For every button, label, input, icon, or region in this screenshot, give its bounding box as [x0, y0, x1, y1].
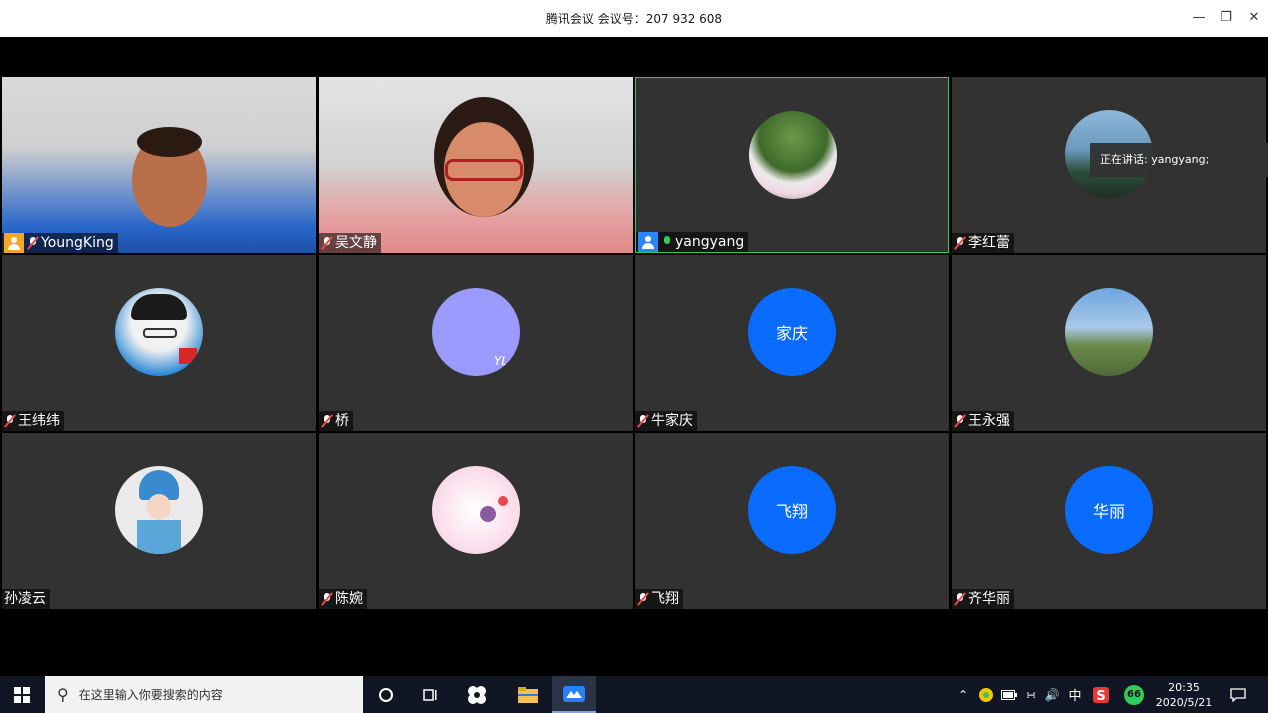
participant-name: 王纬纬 — [18, 413, 60, 429]
avatar-cartoon-panda-hat — [115, 288, 203, 376]
avatar-cartoon-bunny — [432, 466, 520, 554]
video-tile-youngking[interactable]: YoungKing — [2, 77, 316, 253]
pinwheel-app-icon[interactable] — [460, 676, 494, 713]
mic-muted-icon — [321, 414, 333, 428]
mic-muted-icon — [321, 592, 333, 606]
participant-hair — [137, 127, 202, 157]
tencent-meeting-taskbar-icon[interactable] — [552, 676, 596, 713]
name-tag: YoungKing — [2, 233, 118, 253]
video-tile-wangweiwei[interactable]: 王纬纬 — [2, 255, 316, 431]
network-icon[interactable]: ∺ — [1022, 676, 1040, 713]
title-bar: 腾讯会议 会议号：207 932 608 — ❐ ✕ — [0, 0, 1268, 37]
mic-muted-icon — [954, 236, 966, 250]
video-tile-niujiaqing[interactable]: 家庆 牛家庆 — [635, 255, 949, 431]
video-tile-chenwan[interactable]: 陈婉 — [319, 433, 633, 609]
participant-name: 李红蕾 — [968, 235, 1010, 251]
speaking-banner: 正在讲话: yangyang; — [1090, 143, 1268, 177]
strawberry-icon — [498, 496, 508, 506]
host-icon — [4, 233, 24, 253]
notification-badge[interactable]: 66 — [1122, 676, 1146, 713]
participant-name: 孙凌云 — [4, 591, 46, 607]
mic-muted-icon — [954, 414, 966, 428]
video-tile-feixiang[interactable]: 飞翔 飞翔 — [635, 433, 949, 609]
participant-name: 飞翔 — [651, 591, 679, 607]
minimize-icon[interactable]: — — [1185, 6, 1213, 30]
video-tile-wangyongqiang[interactable]: 王永强 — [952, 255, 1266, 431]
close-icon[interactable]: ✕ — [1240, 6, 1268, 30]
mic-muted-icon — [637, 592, 649, 606]
taskbar-search-box[interactable]: ⚲ 在这里输入你要搜索的内容 — [45, 676, 363, 713]
video-tile-wuwenjing[interactable]: 吴文静 — [319, 77, 633, 253]
tray-app-icon[interactable] — [976, 676, 996, 713]
input-method-indicator[interactable]: 中 — [1066, 676, 1084, 713]
mic-muted-icon — [4, 414, 16, 428]
avatar-photo-flowers — [749, 111, 837, 199]
panda-hat — [131, 294, 187, 320]
restore-icon[interactable]: ❐ — [1212, 6, 1240, 30]
avatar-opera-character — [115, 466, 203, 554]
window-title: 腾讯会议 会议号：207 932 608 — [545, 12, 723, 26]
task-view-icon[interactable] — [414, 676, 446, 713]
video-tile-sunlingyun[interactable]: 孙凌云 — [2, 433, 316, 609]
participant-name: 齐华丽 — [968, 591, 1010, 607]
video-tile-qihuali[interactable]: 华丽 齐华丽 — [952, 433, 1266, 609]
participant-name: 王永强 — [968, 413, 1010, 429]
name-tag: 陈婉 — [319, 589, 367, 609]
name-tag: 李红蕾 — [952, 233, 1014, 253]
svg-text:S: S — [1096, 689, 1105, 703]
video-tile-yangyang[interactable]: yangyang — [635, 77, 949, 253]
avatar-text: 家庆 — [748, 288, 836, 376]
participant-name: 陈婉 — [335, 591, 363, 607]
avatar-photo-sky-field — [1065, 288, 1153, 376]
participant-name: 桥 — [335, 413, 349, 429]
battery-icon[interactable] — [1000, 676, 1018, 713]
avatar-text: 飞翔 — [748, 466, 836, 554]
mic-muted-icon — [321, 236, 333, 250]
avatar-text: 华丽 — [1065, 466, 1153, 554]
mic-muted-icon — [27, 236, 39, 250]
name-tag: 王永强 — [952, 411, 1014, 431]
cartoon-glasses — [143, 328, 177, 338]
avatar-initials: YL — [493, 354, 508, 368]
name-tag: 王纬纬 — [2, 411, 64, 431]
tray-expand-icon[interactable]: ⌃ — [955, 676, 971, 713]
video-tile-qiao[interactable]: YL 桥 — [319, 255, 633, 431]
clock-time: 20:35 — [1168, 680, 1200, 694]
opera-costume — [137, 520, 181, 554]
name-tag: 齐华丽 — [952, 589, 1014, 609]
flag-icon — [179, 348, 197, 364]
participant-name: 牛家庆 — [651, 413, 693, 429]
mic-muted-icon — [637, 414, 649, 428]
host-icon — [638, 232, 658, 252]
volume-icon[interactable]: 🔊 — [1042, 676, 1062, 713]
clock[interactable]: 20:35 2020/5/21 — [1152, 676, 1216, 713]
clock-date: 2020/5/21 — [1155, 695, 1213, 709]
cortana-icon[interactable] — [370, 676, 402, 713]
participant-name: 吴文静 — [335, 235, 377, 251]
mic-muted-icon — [954, 592, 966, 606]
name-tag: 吴文静 — [319, 233, 381, 253]
mic-on-icon — [661, 235, 673, 249]
search-icon: ⚲ — [57, 685, 69, 704]
file-explorer-icon[interactable] — [510, 676, 546, 713]
glasses — [445, 159, 523, 181]
windows-start-icon[interactable] — [0, 676, 44, 713]
badge-count: 66 — [1124, 684, 1144, 705]
name-tag: 孙凌云 — [2, 589, 50, 609]
video-grid: YoungKing 吴文静 yangyang 李红蕾 正在讲话: yangyan… — [0, 37, 1268, 676]
opera-face — [147, 494, 171, 520]
name-tag: 牛家庆 — [635, 411, 697, 431]
sogou-ime-icon[interactable]: S — [1090, 676, 1112, 713]
avatar-lavender-circle: YL — [432, 288, 520, 376]
bunny-accent — [480, 506, 496, 522]
name-tag: yangyang — [636, 232, 749, 252]
name-tag: 桥 — [319, 411, 353, 431]
name-tag: 飞翔 — [635, 589, 683, 609]
search-placeholder: 在这里输入你要搜索的内容 — [78, 688, 223, 702]
action-center-icon[interactable] — [1224, 676, 1252, 713]
taskbar: ⚲ 在这里输入你要搜索的内容 ⌃ ∺ 🔊 中 S 66 20:35 2020/5… — [0, 676, 1268, 713]
participant-name: YoungKing — [41, 235, 114, 251]
participant-name: yangyang — [675, 234, 745, 250]
